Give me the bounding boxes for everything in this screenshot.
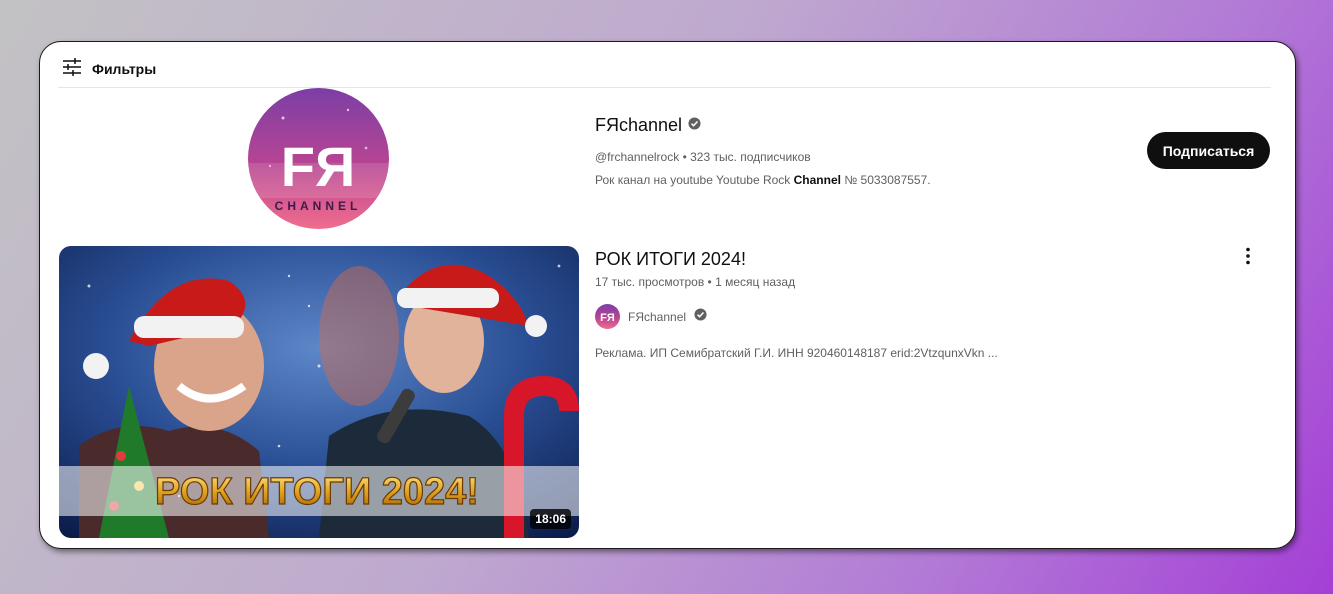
channel-avatar[interactable]: FЯ CHANNEL (248, 88, 389, 229)
video-thumbnail[interactable]: РОК ИТОГИ 2024! 18:06 (59, 246, 579, 538)
channel-meta: @frchannelrock • 323 тыс. подписчиков (595, 150, 811, 164)
more-vertical-icon[interactable] (1236, 244, 1260, 268)
divider (58, 87, 1271, 88)
thumbnail-title-text: РОК ИТОГИ 2024! (155, 471, 479, 513)
video-channel-row[interactable]: FЯ FЯchannel (595, 304, 707, 329)
description-text-end: № 5033087557. (840, 173, 931, 187)
video-title[interactable]: РОК ИТОГИ 2024! (595, 249, 746, 270)
search-results-card: Фильтры FЯ CHANNEL FЯchannel @frchannelr… (39, 41, 1296, 549)
verified-check-icon (694, 307, 707, 326)
duration-badge: 18:06 (530, 509, 571, 529)
subscribe-button[interactable]: Подписаться (1147, 132, 1270, 169)
channel-handle: @frchannelrock (595, 150, 680, 164)
avatar-logo-text: FЯ (281, 135, 355, 198)
svg-text:FЯ: FЯ (600, 312, 615, 324)
avatar-logo-subtext: CHANNEL (275, 199, 362, 213)
verified-check-icon (688, 116, 701, 135)
filters-button[interactable]: Фильтры (61, 57, 157, 82)
view-count: 17 тыс. просмотров (595, 275, 705, 289)
video-meta: 17 тыс. просмотров • 1 месяц назад (595, 275, 795, 289)
subscriber-count: 323 тыс. подписчиков (690, 150, 811, 164)
video-channel-name[interactable]: FЯchannel (628, 310, 686, 324)
channel-avatar-small[interactable]: FЯ (595, 304, 620, 329)
sliders-icon (61, 57, 83, 82)
channel-name[interactable]: FЯchannel (595, 115, 682, 136)
channel-title[interactable]: FЯchannel (595, 115, 701, 136)
meta-separator: • (707, 275, 712, 289)
description-text: Рок канал на youtube Youtube Rock (595, 173, 794, 187)
description-highlight: Channel (793, 173, 841, 187)
filters-label: Фильтры (92, 61, 157, 77)
meta-separator: • (682, 150, 687, 164)
channel-description: Рок канал на youtube Youtube Rock Channe… (595, 173, 931, 187)
video-description: Реклама. ИП Семибратский Г.И. ИНН 920460… (595, 346, 998, 360)
upload-age: 1 месяц назад (715, 275, 796, 289)
